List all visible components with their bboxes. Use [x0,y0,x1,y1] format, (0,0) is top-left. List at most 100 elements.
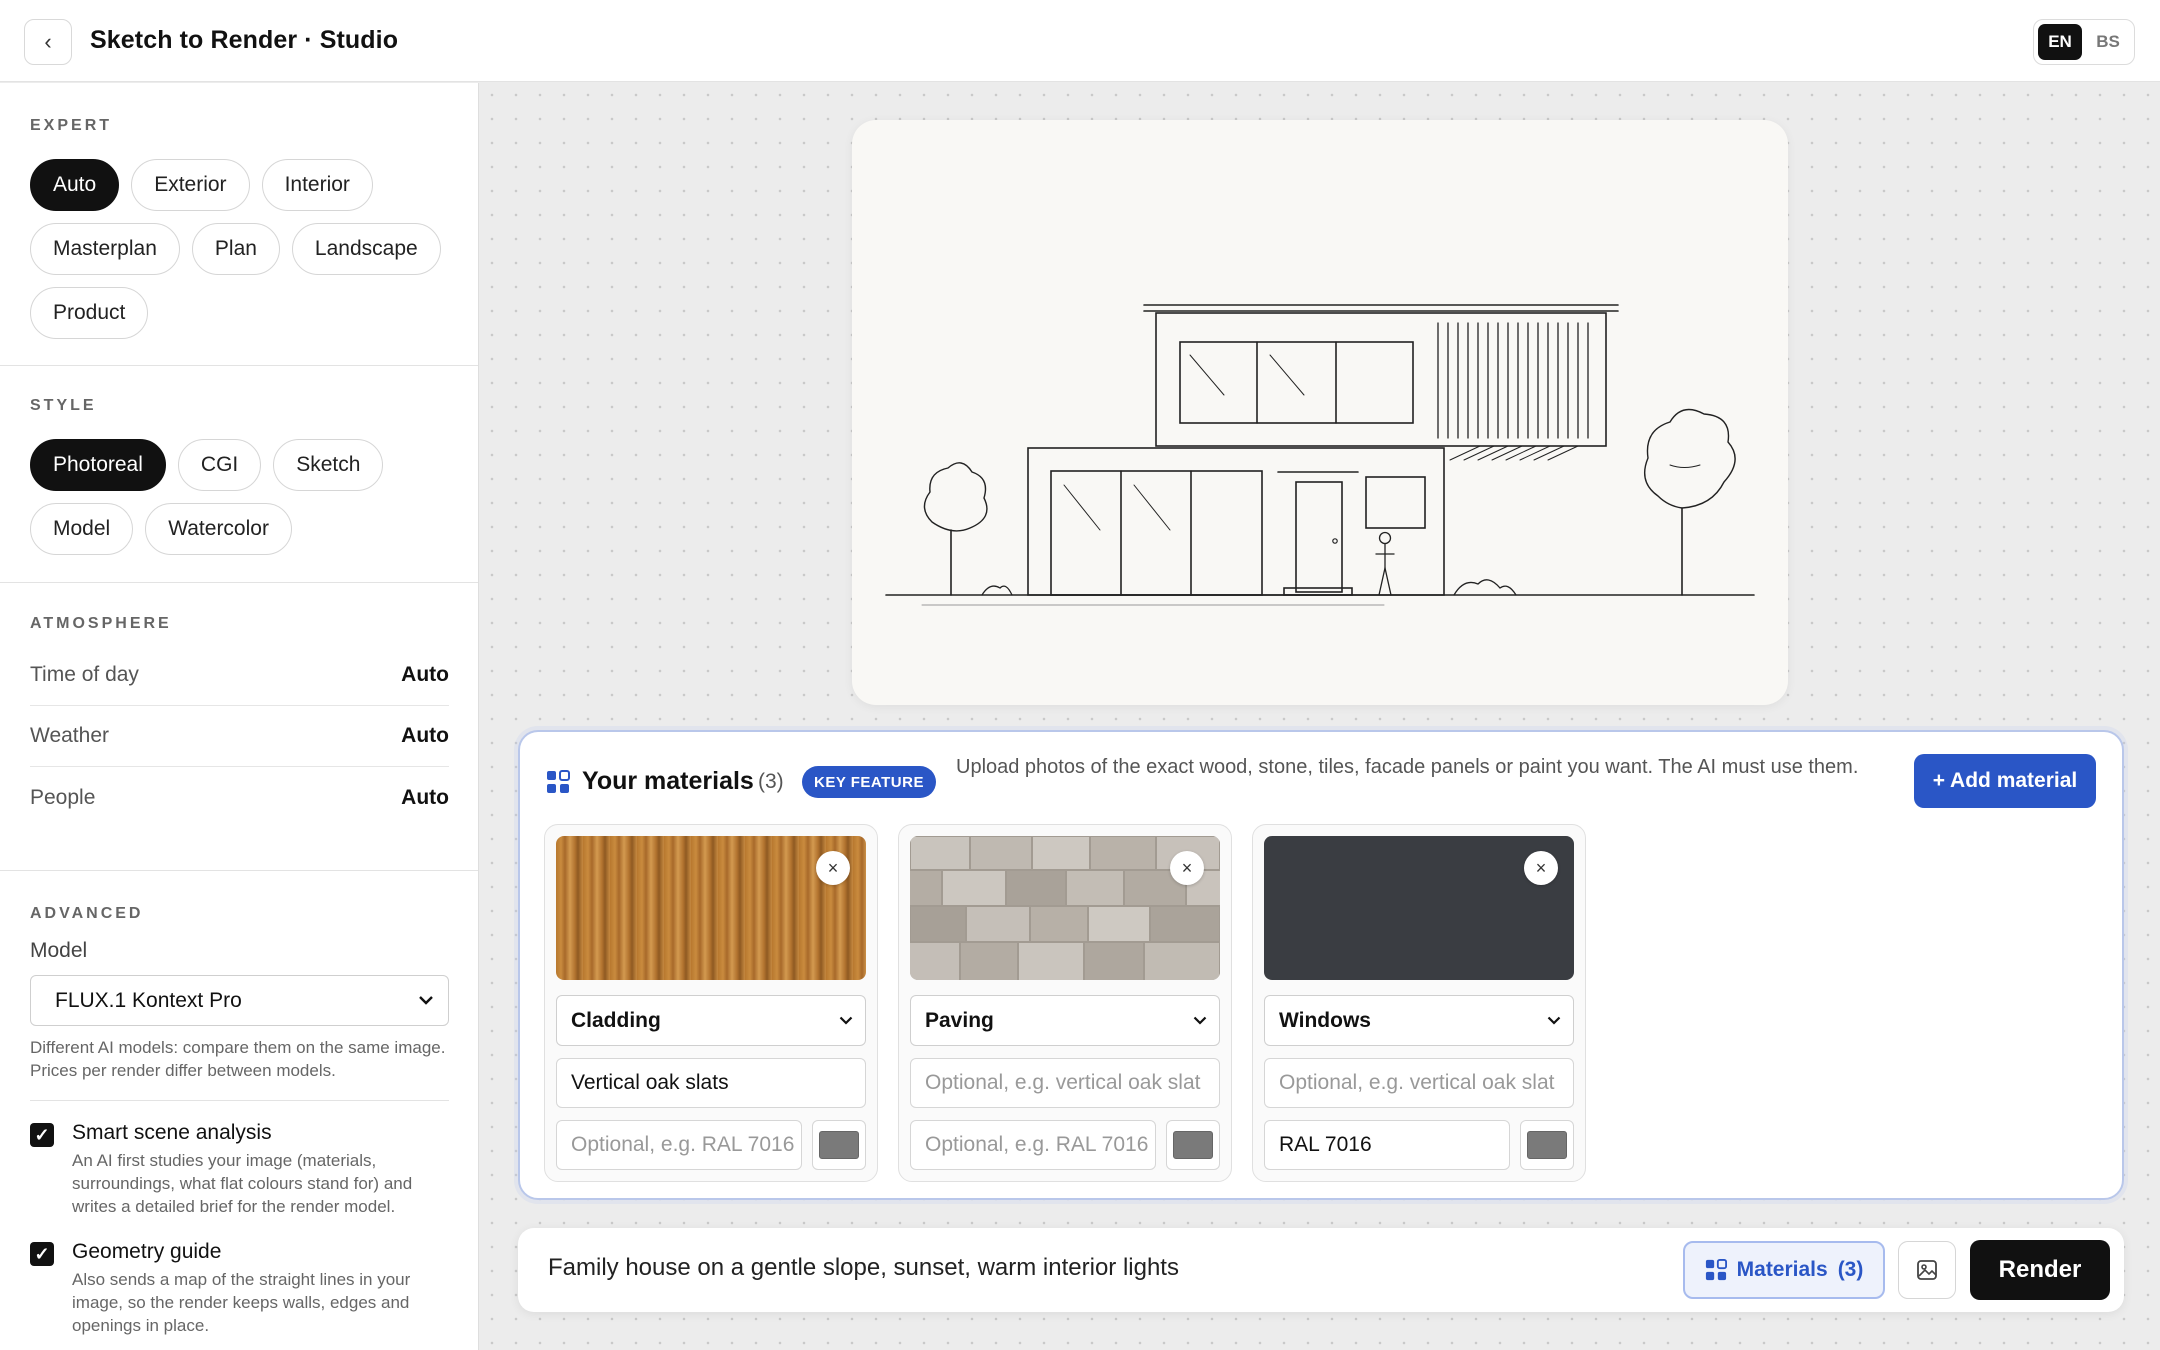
chevron-down-icon [418,992,434,1010]
material-category-value: Windows [1279,1008,1371,1032]
atmosphere-value: Auto [401,663,449,686]
color-picker-button[interactable] [1166,1120,1220,1170]
color-picker-button[interactable] [1520,1120,1574,1170]
material-color-input[interactable]: Optional, e.g. RAL 7016 [910,1120,1156,1170]
atmosphere-value: Auto [401,785,449,809]
model-hint: Different AI models: compare them on the… [30,1038,446,1080]
materials-grid-icon [1705,1259,1727,1281]
material-category-value: Cladding [571,1008,661,1032]
material-texture-wood: × [556,836,866,980]
expert-chip-auto[interactable]: Auto [30,159,120,211]
close-icon: × [827,857,839,878]
section-divider [0,870,478,871]
app-title: Sketch to Render · Studio [90,26,399,54]
materials-toggle-button[interactable]: Materials (3) [1683,1241,1885,1299]
back-button[interactable]: ‹ [24,19,72,65]
material-category-value: Paving [925,1008,994,1032]
expert-section-title: EXPERT [30,117,113,134]
material-texture-dark: × [1264,836,1574,980]
atmosphere-section-title: ATMOSPHERE [30,615,172,632]
style-chips: Photoreal CGI Sketch Model Watercolor [30,439,450,555]
sketch-image[interactable] [852,120,1788,705]
material-name-input[interactable]: Optional, e.g. vertical oak slat [910,1058,1220,1108]
app-header: ‹ Sketch to Render · Studio EN BS [0,0,2160,82]
smart-scene-analysis-desc: An AI first studies your image (material… [72,1151,413,1216]
color-chip [819,1131,859,1159]
chevron-down-icon [1547,1016,1561,1025]
atmosphere-row-time-of-day[interactable]: Time of day Auto [30,645,449,706]
atmosphere-label: Weather [30,724,109,747]
remove-material-button[interactable]: × [1524,851,1558,885]
expert-chip-interior[interactable]: Interior [261,159,373,211]
atmosphere-row-weather[interactable]: Weather Auto [30,706,449,767]
expert-chip-plan[interactable]: Plan [191,223,280,275]
style-chip-cgi[interactable]: CGI [177,439,262,491]
house-sketch-drawing [885,304,1755,606]
expert-chip-exterior[interactable]: Exterior [131,159,250,211]
material-category-select[interactable]: Paving [910,995,1220,1046]
materials-button-label: Materials [1736,1258,1828,1281]
materials-description: Upload photos of the exact wood, stone, … [956,756,1859,778]
material-name-input[interactable]: Optional, e.g. vertical oak slat [1264,1058,1574,1108]
expert-chip-product[interactable]: Product [30,287,149,339]
prompt-input[interactable]: Family house on a gentle slope, sunset, … [548,1254,1179,1282]
chevron-left-icon: ‹ [44,29,52,54]
prompt-bar: Family house on a gentle slope, sunset, … [518,1228,2124,1312]
upload-image-button[interactable] [1898,1241,1956,1299]
expert-chip-masterplan[interactable]: Masterplan [30,223,180,275]
color-picker-button[interactable] [812,1120,866,1170]
advanced-section: ADVANCED Model FLUX.1 Kontext Pro Differ… [0,905,478,1337]
style-chip-photoreal[interactable]: Photoreal [30,439,166,491]
style-chip-watercolor[interactable]: Watercolor [145,503,292,555]
section-divider [0,365,478,366]
language-toggle: EN BS [2033,19,2135,65]
color-chip [1527,1131,1567,1159]
style-section-title: STYLE [30,397,97,414]
color-chip [1173,1131,1213,1159]
language-en-button[interactable]: EN [2038,24,2082,60]
materials-button-count: (3) [1837,1258,1864,1281]
remove-material-button[interactable]: × [816,851,850,885]
smart-scene-analysis-title: Smart scene analysis [72,1121,272,1144]
material-card: × Paving Optional, e.g. vertical oak sla… [898,824,1232,1182]
material-color-input[interactable]: RAL 7016 [1264,1120,1510,1170]
atmosphere-section: ATMOSPHERE Time of day Auto Weather Auto… [0,615,478,828]
model-select[interactable]: FLUX.1 Kontext Pro [30,975,449,1026]
materials-grid-icon [547,770,570,793]
material-category-select[interactable]: Cladding [556,995,866,1046]
close-icon: × [1535,857,1547,878]
style-chip-sketch[interactable]: Sketch [273,439,384,491]
key-feature-badge: KEY FEATURE [802,766,936,798]
smart-scene-analysis-option: ✓ Smart scene analysis An AI first studi… [30,1121,448,1218]
material-texture-stone: × [910,836,1220,980]
geometry-guide-option: ✓ Geometry guide Also sends a map of the… [30,1240,448,1337]
style-chip-model[interactable]: Model [30,503,134,555]
material-category-select[interactable]: Windows [1264,995,1574,1046]
atmosphere-label: Time of day [30,663,139,686]
divider [30,1100,449,1101]
model-label: Model [30,939,88,962]
material-card: × Cladding Vertical oak slats Optional, … [544,824,878,1182]
chevron-down-icon [1193,1016,1207,1025]
atmosphere-list: Time of day Auto Weather Auto People Aut… [30,645,449,828]
language-bs-button[interactable]: BS [2086,24,2130,60]
style-section: STYLE Photoreal CGI Sketch Model Waterco… [0,397,478,555]
material-color-input[interactable]: Optional, e.g. RAL 7016 [556,1120,802,1170]
atmosphere-row-people[interactable]: People Auto [30,767,449,828]
geometry-guide-checkbox[interactable]: ✓ [30,1242,54,1266]
materials-title: Your materials [582,767,754,795]
geometry-guide-desc: Also sends a map of the straight lines i… [72,1270,411,1335]
render-button[interactable]: Render [1970,1240,2110,1300]
model-select-value: FLUX.1 Kontext Pro [55,988,242,1012]
expert-chip-landscape[interactable]: Landscape [291,223,441,275]
add-material-button[interactable]: + Add material [1914,754,2096,808]
smart-scene-analysis-checkbox[interactable]: ✓ [30,1123,54,1147]
chevron-down-icon [839,1016,853,1025]
material-name-input[interactable]: Vertical oak slats [556,1058,866,1108]
material-card: × Windows Optional, e.g. vertical oak sl… [1252,824,1586,1182]
remove-material-button[interactable]: × [1170,851,1204,885]
geometry-guide-title: Geometry guide [72,1240,222,1263]
atmosphere-value: Auto [401,724,449,747]
expert-section: EXPERT Auto Exterior Interior Masterplan… [0,117,478,339]
advanced-section-title: ADVANCED [30,905,144,922]
